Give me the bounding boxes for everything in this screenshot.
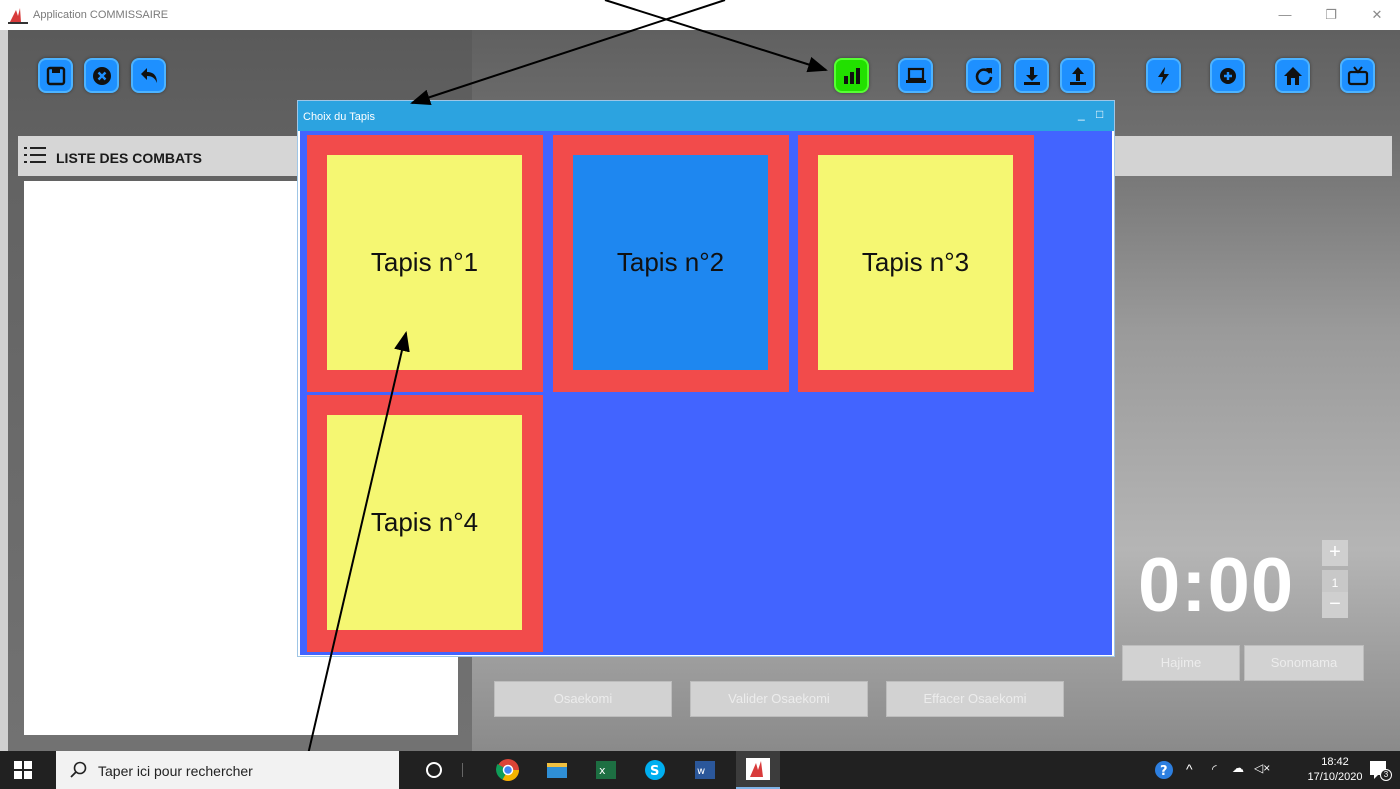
chevron-up-icon[interactable]: ^ [1186, 761, 1193, 777]
home-icon [1283, 66, 1302, 85]
restore-button[interactable]: ❐ [1316, 3, 1346, 27]
svg-text:?: ? [1160, 764, 1168, 779]
notification-center-button[interactable]: 3 [1368, 759, 1392, 781]
network-icon[interactable]: ☁ [1232, 761, 1244, 775]
dialog-minimize-icon[interactable]: _ [1078, 107, 1085, 121]
hajime-button[interactable]: Hajime [1122, 645, 1240, 681]
minimize-button[interactable]: — [1270, 3, 1300, 27]
mat-label-3: Tapis n°3 [818, 155, 1013, 370]
combats-list-header: LISTE DES COMBATS [18, 136, 300, 176]
dialog-title: Choix du Tapis [303, 111, 375, 123]
file-explorer-icon[interactable] [545, 758, 569, 782]
window-titlebar: Application COMMISSAIRE — ❐ ✕ [0, 0, 1400, 30]
close-window-button[interactable]: ✕ [1362, 3, 1392, 27]
window-title: Application COMMISSAIRE [33, 9, 169, 21]
undo-button[interactable] [131, 58, 166, 93]
cancel-button[interactable] [84, 58, 119, 93]
list-icon [24, 147, 46, 163]
taskbar-search[interactable]: Taper ici pour rechercher [56, 751, 399, 789]
dialog-maximize-icon[interactable]: □ [1096, 107, 1103, 121]
flash-icon [1157, 66, 1169, 85]
undo-icon [140, 67, 157, 83]
combats-list-title: LISTE DES COMBATS [56, 150, 202, 166]
refresh-button[interactable] [966, 58, 1001, 93]
mat-label-4: Tapis n°4 [327, 415, 522, 630]
upload-icon [1069, 66, 1086, 85]
svg-text:x: x [599, 764, 606, 777]
save-button[interactable] [38, 58, 73, 93]
valider-osaekomi-button[interactable]: Valider Osaekomi [690, 681, 868, 717]
home-button[interactable] [1275, 58, 1310, 93]
bar-chart-icon [843, 67, 860, 84]
search-placeholder: Taper ici pour rechercher [98, 763, 253, 779]
right-panel-header [1113, 136, 1392, 176]
effacer-osaekomi-button[interactable]: Effacer Osaekomi [886, 681, 1064, 717]
statistics-button[interactable] [834, 58, 869, 93]
dialog-titlebar: Choix du Tapis _ □ [298, 101, 1114, 131]
timer-decrement-button[interactable]: − [1322, 592, 1348, 618]
osaekomi-button[interactable]: Osaekomi [494, 681, 672, 717]
laptop-icon [905, 67, 926, 83]
app-logo-icon [8, 8, 28, 24]
download-button[interactable] [1014, 58, 1049, 93]
taskbar: Taper ici pour rechercher x S w ? ^ ◜ ☁ … [0, 751, 1400, 789]
word-icon[interactable]: w [693, 758, 717, 782]
refresh-icon [975, 67, 992, 85]
volume-icon[interactable]: ◁× [1254, 761, 1270, 775]
chrome-icon[interactable] [496, 758, 520, 782]
mat-tile-1[interactable]: Tapis n°1 [307, 135, 543, 392]
cortana-icon[interactable] [422, 758, 446, 782]
mat-tile-2[interactable]: Tapis n°2 [553, 135, 789, 392]
laptop-button[interactable] [898, 58, 933, 93]
help-icon[interactable]: ? [1154, 760, 1174, 780]
tv-icon [1347, 65, 1368, 85]
timer-display: 0:00 [1138, 543, 1295, 628]
commissaire-app-icon [746, 758, 770, 780]
download-icon [1023, 66, 1040, 85]
sonomama-button[interactable]: Sonomama [1244, 645, 1364, 681]
mat-grid: Tapis n°1 Tapis n°2 Tapis n°3 Tapis n°4 [300, 131, 1112, 655]
search-icon [70, 761, 87, 778]
clock-time: 18:42 [1321, 756, 1349, 768]
mat-tile-3[interactable]: Tapis n°3 [798, 135, 1034, 392]
taskbar-clock[interactable]: 18:42 17/10/2020 [1300, 755, 1370, 785]
active-app-taskbar-item[interactable] [736, 751, 780, 789]
wifi-icon[interactable]: ◜ [1212, 762, 1217, 776]
svg-text:w: w [697, 766, 705, 777]
flash-button[interactable] [1146, 58, 1181, 93]
add-button[interactable] [1210, 58, 1245, 93]
mat-label-1: Tapis n°1 [327, 155, 522, 370]
tv-button[interactable] [1340, 58, 1375, 93]
mat-tile-4[interactable]: Tapis n°4 [307, 395, 543, 652]
svg-text:S: S [650, 764, 659, 779]
excel-icon[interactable]: x [594, 758, 618, 782]
close-circle-icon [92, 66, 111, 85]
save-icon [46, 66, 65, 85]
mat-choice-dialog: Choix du Tapis _ □ Tapis n°1 Tapis n°2 T… [297, 100, 1115, 657]
clock-date: 17/10/2020 [1307, 771, 1363, 783]
windows-start-icon[interactable] [14, 761, 32, 779]
plus-circle-icon [1219, 67, 1236, 84]
skype-icon[interactable]: S [643, 758, 667, 782]
upload-button[interactable] [1060, 58, 1095, 93]
mat-label-2: Tapis n°2 [573, 155, 768, 370]
notification-count: 3 [1380, 769, 1392, 781]
timer-increment-button[interactable]: + [1322, 540, 1348, 566]
